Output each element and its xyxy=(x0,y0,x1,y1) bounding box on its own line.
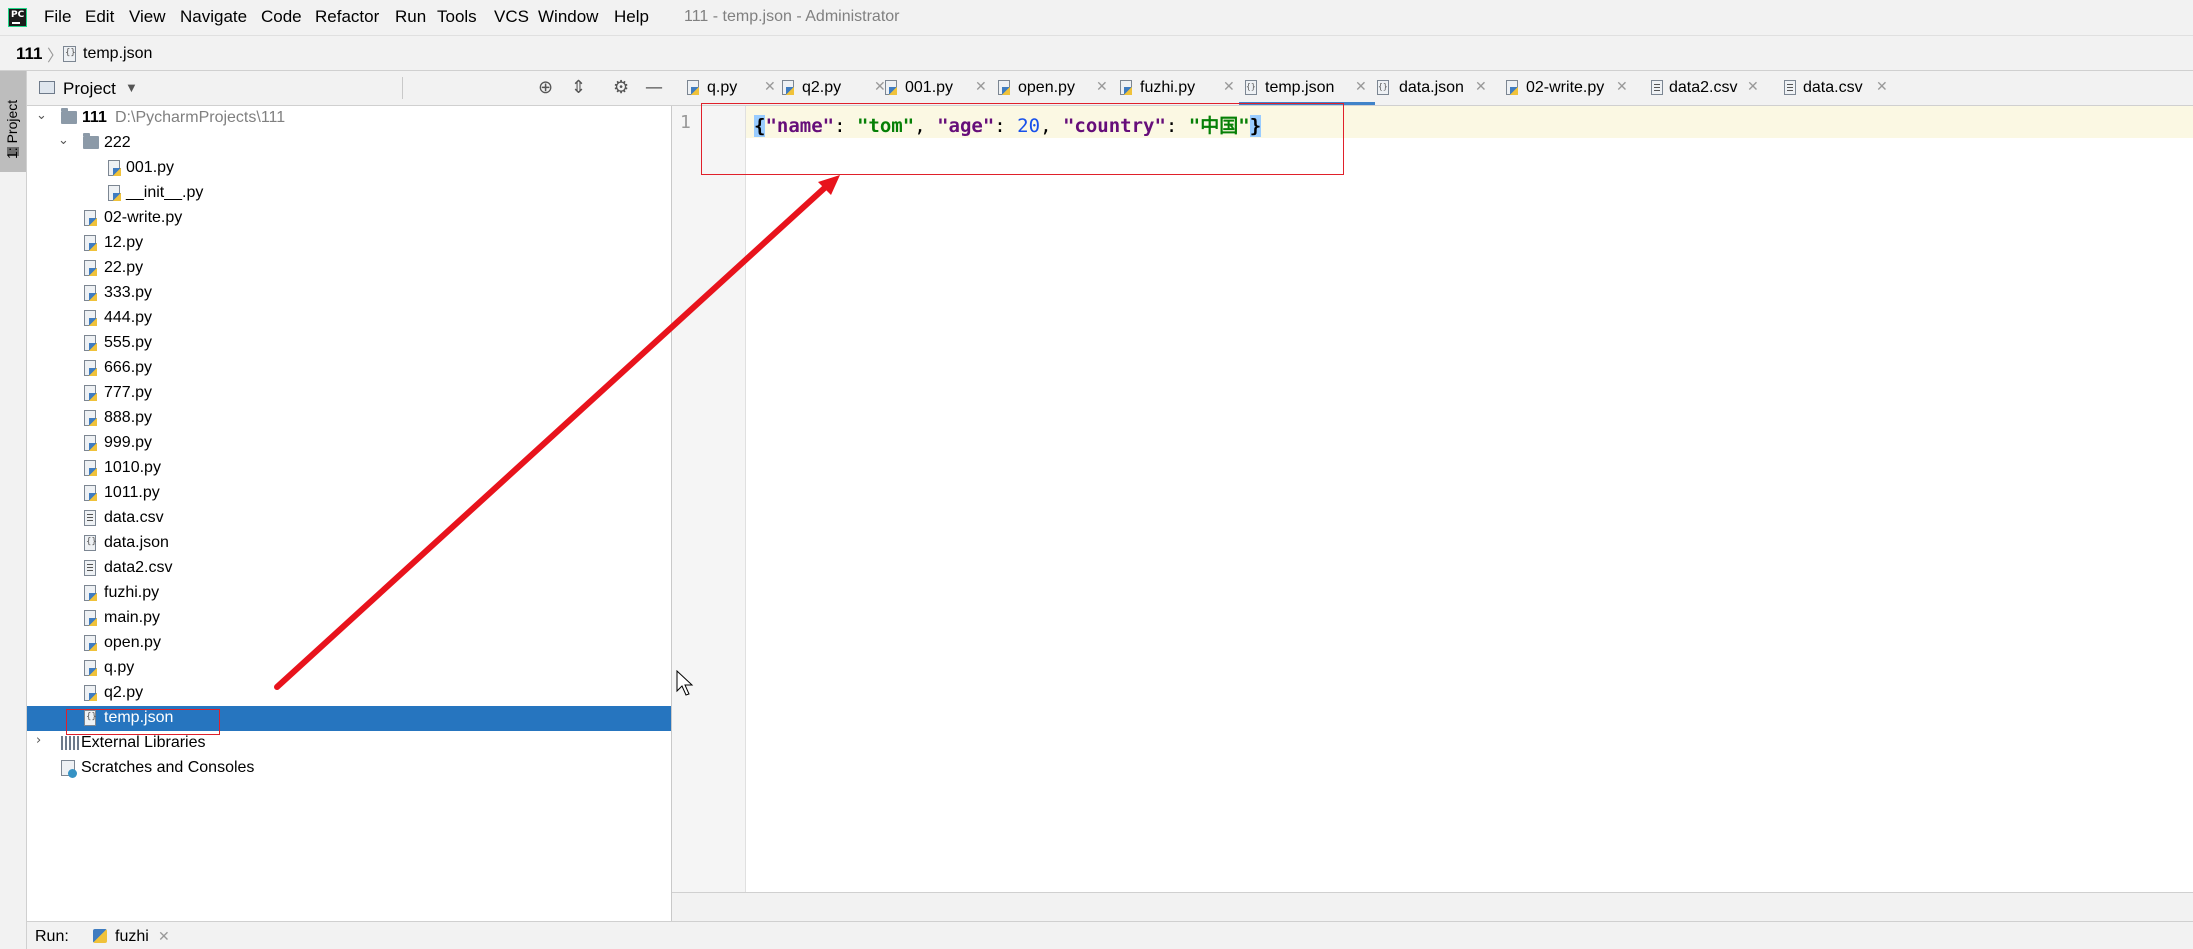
annotation-arrow-line xyxy=(274,180,833,690)
annotation-arrow xyxy=(274,175,840,690)
mouse-cursor-icon xyxy=(676,670,694,696)
